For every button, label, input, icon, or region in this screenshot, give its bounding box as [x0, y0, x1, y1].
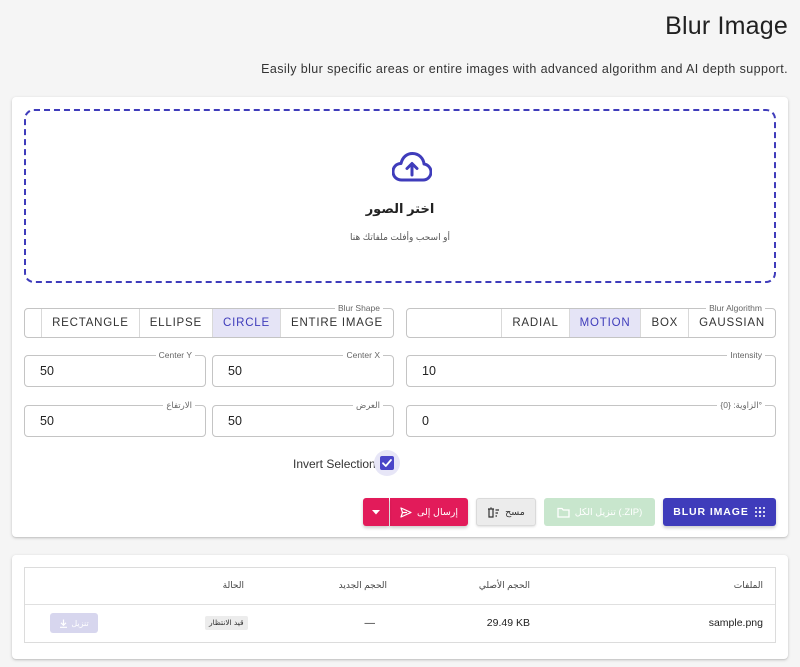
- page-title: Blur Image: [665, 12, 788, 40]
- width-label: العرض: [352, 399, 383, 411]
- angle-label: الزاوية: {0}°: [717, 399, 765, 411]
- upload-dropzone[interactable]: اختر الصور أو اسحب وأفلت ملفاتك هنا: [24, 109, 776, 283]
- blur-image-label: BLUR IMAGE: [673, 506, 749, 518]
- center-y-label: Center Y: [155, 349, 195, 361]
- intensity-field[interactable]: Intensity 10: [406, 349, 776, 387]
- download-all-zip-label: تنزيل الكل (.ZIP): [574, 506, 643, 518]
- invert-selection-checkbox[interactable]: [374, 450, 400, 476]
- send-to-label: إرسال إلى: [416, 506, 459, 518]
- blur-algorithm-group: Blur Algorithm GAUSSIAN BOX MOTION RADIA…: [406, 302, 776, 338]
- shape-rectangle[interactable]: RECTANGLE: [41, 309, 139, 337]
- algorithm-box[interactable]: BOX: [640, 309, 688, 337]
- angle-value: 0: [422, 414, 429, 428]
- intensity-label: Intensity: [727, 349, 765, 361]
- blur-grid-icon: [754, 507, 765, 517]
- shape-entire-image[interactable]: ENTIRE IMAGE: [279, 309, 393, 337]
- shape-ellipse[interactable]: ELLIPSE: [138, 309, 212, 337]
- height-field[interactable]: الارتفاع 50: [24, 399, 206, 437]
- header-status: الحالة: [222, 580, 244, 590]
- center-x-field[interactable]: Center X 50: [212, 349, 394, 387]
- center-x-value: 50: [228, 364, 242, 378]
- center-y-field[interactable]: Center Y 50: [24, 349, 206, 387]
- center-x-label: Center X: [343, 349, 383, 361]
- height-label: الارتفاع: [163, 399, 195, 411]
- algorithm-radial[interactable]: RADIAL: [501, 309, 568, 337]
- status-badge: قيد الانتظار: [205, 616, 248, 630]
- width-value: 50: [228, 414, 242, 428]
- angle-field[interactable]: الزاوية: {0}° 0: [406, 399, 776, 437]
- center-y-value: 50: [40, 364, 54, 378]
- header-files: الملفات: [733, 580, 763, 590]
- table-row: sample.png 29.49 KB — قيد الانتظار تنزيل: [25, 605, 775, 642]
- send-to-button[interactable]: إرسال إلى: [390, 498, 468, 526]
- delete-sweep-icon: [488, 506, 500, 518]
- page-subtitle: Easily blur specific areas or entire ima…: [261, 62, 788, 76]
- algorithm-gaussian[interactable]: GAUSSIAN: [688, 309, 775, 337]
- table-header: الملفات الحجم الأصلي الحجم الجديد الحالة: [25, 568, 775, 605]
- send-to-dropdown-button[interactable]: [363, 498, 389, 526]
- file-name: sample.png: [708, 617, 763, 629]
- download-label: تنزيل: [71, 618, 89, 628]
- upload-subtitle: أو اسحب وأفلت ملفاتك هنا: [350, 232, 450, 242]
- editor-card: اختر الصور أو اسحب وأفلت ملفاتك هنا Blur…: [12, 97, 788, 537]
- cloud-upload-icon: [392, 152, 432, 182]
- clear-label: مسح: [505, 506, 525, 518]
- chevron-down-icon: [372, 509, 380, 514]
- upload-title: اختر الصور: [365, 201, 435, 216]
- shape-circle[interactable]: CIRCLE: [211, 309, 280, 337]
- header-original-size: الحجم الأصلي: [478, 580, 530, 590]
- send-icon: [400, 506, 412, 518]
- height-value: 50: [40, 414, 54, 428]
- original-size: 29.49 KB: [486, 617, 530, 629]
- files-card: الملفات الحجم الأصلي الحجم الجديد الحالة…: [12, 555, 788, 659]
- checkbox-checked-icon: [380, 456, 394, 470]
- download-button[interactable]: تنزيل: [50, 613, 98, 633]
- blur-shape-group: Blur Shape ENTIRE IMAGE CIRCLE ELLIPSE R…: [24, 302, 394, 338]
- invert-selection-label: Invert Selection: [293, 457, 376, 471]
- folder-icon: [557, 507, 570, 518]
- download-all-zip-button[interactable]: تنزيل الكل (.ZIP): [544, 498, 655, 526]
- width-field[interactable]: العرض 50: [212, 399, 394, 437]
- new-size: —: [364, 617, 376, 629]
- algorithm-motion[interactable]: MOTION: [568, 309, 641, 337]
- files-table: الملفات الحجم الأصلي الحجم الجديد الحالة…: [24, 567, 776, 643]
- intensity-value: 10: [422, 364, 436, 378]
- header-new-size: الحجم الجديد: [338, 580, 387, 590]
- download-icon: [60, 619, 68, 628]
- blur-image-button[interactable]: BLUR IMAGE: [663, 498, 776, 526]
- clear-button[interactable]: مسح: [476, 498, 536, 526]
